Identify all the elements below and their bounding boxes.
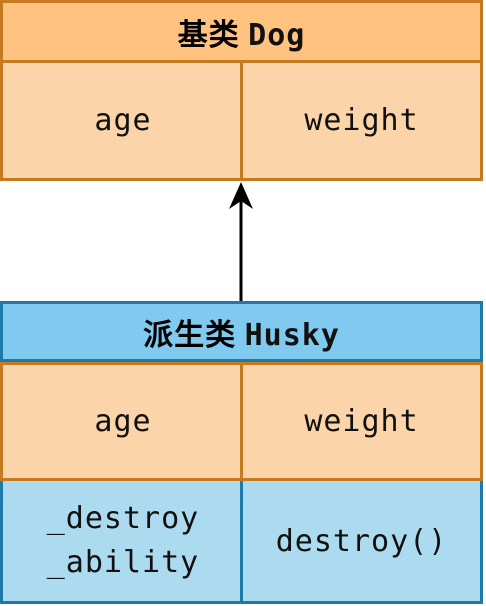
derived-field-weight: weight xyxy=(243,365,480,478)
derived-method-destroy-label: destroy() xyxy=(275,523,448,559)
derived-class-title-name: Husky xyxy=(244,317,340,353)
derived-field-age-label: age xyxy=(94,404,152,439)
derived-field-age: age xyxy=(3,365,243,478)
derived-class-title: 派生类 Husky xyxy=(0,301,483,362)
derived-member-destroy-ability: _destroy _ability xyxy=(3,481,243,601)
derived-field-weight-label: weight xyxy=(304,404,419,439)
derived-class-title-prefix: 派生类 xyxy=(143,317,237,353)
derived-method-destroy: destroy() xyxy=(243,481,480,601)
derived-member-line-1: _destroy xyxy=(46,501,200,536)
derived-inherited-divider xyxy=(240,362,243,481)
derived-own-divider xyxy=(240,481,243,604)
derived-member-line-2: _ability xyxy=(46,545,200,580)
